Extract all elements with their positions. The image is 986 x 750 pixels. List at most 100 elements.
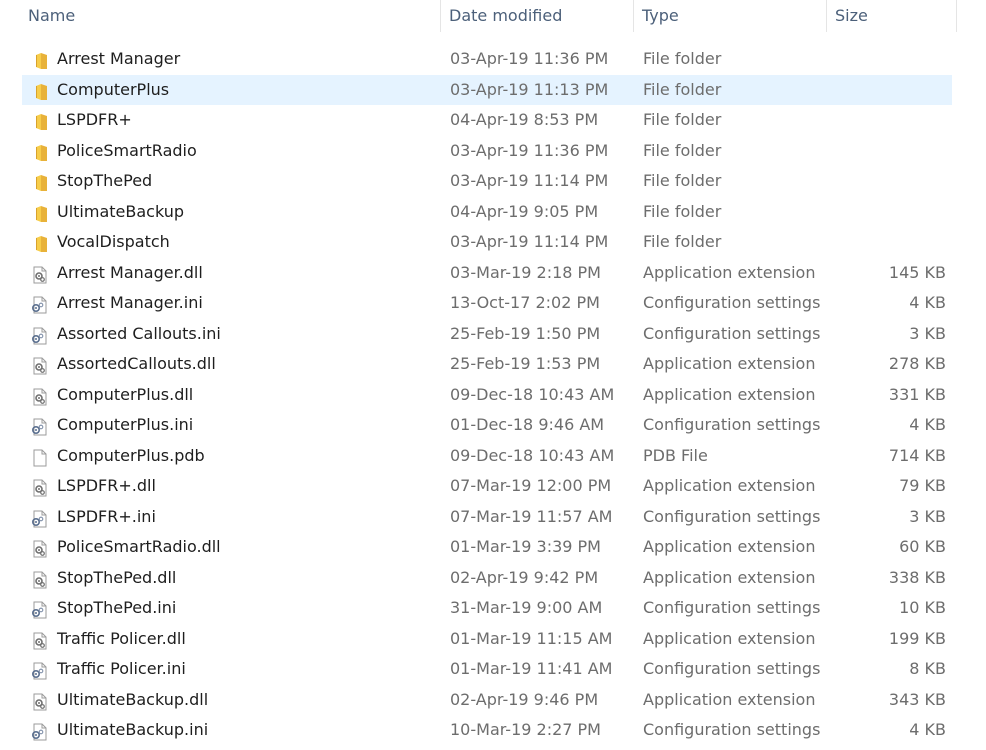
file-row[interactable]: ComputerPlus.pdb 09-Dec-18 10:43 AM PDB Fi… <box>22 441 952 471</box>
file-name: ComputerPlus <box>57 79 170 99</box>
file-type: File folder <box>643 79 722 99</box>
file-name: Arrest Manager.ini <box>57 293 203 312</box>
file-row[interactable]: Arrest Manager.ini 13-Oct-17 2:02 PM Confi… <box>22 288 952 318</box>
file-name: AssortedCallouts.dll <box>57 354 216 373</box>
file-name: ComputerPlus.ini <box>57 415 194 434</box>
file-size: 3 KB <box>909 506 946 526</box>
file-size: 60 KB <box>899 537 946 556</box>
file-type: PDB File <box>643 445 708 465</box>
file-row[interactable]: LSPDFR+ 04-Apr-19 8:53 PM File folder <box>22 105 952 135</box>
file-date-modified: 04-Apr-19 8:53 PM <box>450 110 599 129</box>
dll-file-icon <box>31 355 49 375</box>
folder-icon <box>31 50 49 69</box>
file-size: 3 KB <box>909 323 946 343</box>
file-name: Arrest Manager.dll <box>57 262 203 282</box>
file-date-modified: 13-Oct-17 2:02 PM <box>450 293 600 312</box>
file-type: Application extension <box>643 384 816 404</box>
file-row[interactable]: Traffic Policer.ini 01-Mar-19 11:41 AM Con… <box>22 654 952 684</box>
file-name: ComputerPlus.dll <box>57 384 194 404</box>
file-type: Configuration settings <box>643 293 821 312</box>
file-size: 4 KB <box>909 293 946 312</box>
file-name: Arrest Manager <box>57 49 181 68</box>
file-date-modified: 02-Apr-19 9:46 PM <box>450 689 599 709</box>
file-row[interactable]: UltimateBackup 04-Apr-19 9:05 PM File fold… <box>22 197 952 227</box>
file-name: UltimateBackup <box>57 201 185 221</box>
file-name: StopThePed <box>57 171 153 190</box>
file-type: File folder <box>643 110 722 129</box>
file-type: Application extension <box>643 537 816 556</box>
file-row[interactable]: StopThePed.dll 02-Apr-19 9:42 PM Applicati… <box>22 563 952 593</box>
file-date-modified: 02-Apr-19 9:42 PM <box>450 567 599 587</box>
column-header-name[interactable]: Name <box>20 0 441 32</box>
file-type: Configuration settings <box>643 323 821 343</box>
file-size: 145 KB <box>888 262 946 282</box>
file-name: ComputerPlus.pdb <box>57 445 205 465</box>
file-size: 8 KB <box>909 659 946 678</box>
column-header-type[interactable]: Type <box>634 0 827 32</box>
file-explorer-list: Name Date modified Type Size Arrest Mana… <box>0 0 986 750</box>
file-row[interactable]: AssortedCallouts.dll 25-Feb-19 1:53 PM App… <box>22 349 952 379</box>
file-row[interactable]: Traffic Policer.dll 01-Mar-19 11:15 AM App… <box>22 624 952 654</box>
file-name: Assorted Callouts.ini <box>57 323 221 343</box>
file-date-modified: 03-Apr-19 11:36 PM <box>450 49 609 68</box>
file-type: Application extension <box>643 476 816 495</box>
file-date-modified: 04-Apr-19 9:05 PM <box>450 201 599 221</box>
folder-icon <box>31 81 49 100</box>
folder-icon <box>31 111 49 130</box>
file-date-modified: 03-Apr-19 11:36 PM <box>450 140 609 160</box>
column-header-size[interactable]: Size <box>827 0 957 32</box>
file-row[interactable]: PoliceSmartRadio.dll 01-Mar-19 3:39 PM App… <box>22 532 952 562</box>
file-date-modified: 03-Apr-19 11:14 PM <box>450 171 609 190</box>
file-name: LSPDFR+ <box>57 110 132 129</box>
file-size: 338 KB <box>888 567 946 587</box>
file-row[interactable]: ComputerPlus.dll 09-Dec-18 10:43 AM Applic… <box>22 380 952 410</box>
dll-file-icon <box>31 264 49 283</box>
file-size: 4 KB <box>909 720 946 739</box>
ini-file-icon <box>31 294 49 314</box>
file-row[interactable]: Assorted Callouts.ini 25-Feb-19 1:50 PM Co… <box>22 319 952 349</box>
dll-file-icon <box>31 477 49 497</box>
file-row[interactable]: VocalDispatch 03-Apr-19 11:14 PM File fold… <box>22 227 952 257</box>
file-type: Configuration settings <box>643 506 821 526</box>
file-date-modified: 07-Mar-19 11:57 AM <box>450 506 613 526</box>
file-date-modified: 07-Mar-19 12:00 PM <box>450 476 612 495</box>
file-name: PoliceSmartRadio <box>57 140 197 160</box>
dll-file-icon <box>31 630 49 649</box>
file-row[interactable]: StopThePed 03-Apr-19 11:14 PM File folder <box>22 166 952 196</box>
file-row[interactable]: Arrest Manager 03-Apr-19 11:36 PM File fol… <box>22 44 952 74</box>
dll-file-icon <box>31 691 49 710</box>
file-type: Application extension <box>643 567 816 587</box>
file-row[interactable]: UltimateBackup.ini 10-Mar-19 2:27 PM Confi… <box>22 715 952 745</box>
file-row[interactable]: StopThePed.ini 31-Mar-19 9:00 AM Configura… <box>22 593 952 623</box>
file-name: Traffic Policer.ini <box>57 659 186 678</box>
file-row[interactable]: LSPDFR+.ini 07-Mar-19 11:57 AM Configurati… <box>22 502 952 532</box>
file-date-modified: 01-Mar-19 11:15 AM <box>450 628 613 648</box>
file-type: Application extension <box>643 262 816 282</box>
column-header-date-modified[interactable]: Date modified <box>441 0 634 32</box>
file-row[interactable]: UltimateBackup.dll 02-Apr-19 9:46 PM Appli… <box>22 685 952 715</box>
file-date-modified: 09-Dec-18 10:43 AM <box>450 384 615 404</box>
file-date-modified: 31-Mar-19 9:00 AM <box>450 598 603 617</box>
folder-icon <box>31 172 49 191</box>
file-type: Configuration settings <box>643 659 821 678</box>
ini-file-icon <box>31 599 49 619</box>
file-type: File folder <box>643 49 722 68</box>
file-size: 714 KB <box>888 445 946 465</box>
file-row[interactable]: ComputerPlus.ini 01-Dec-18 9:46 AM Configu… <box>22 410 952 440</box>
column-header-bar: Name Date modified Type Size <box>0 0 986 32</box>
file-row[interactable]: ComputerPlus 03-Apr-19 11:13 PM File folde… <box>22 74 952 105</box>
file-name: LSPDFR+.ini <box>57 506 156 526</box>
file-type: File folder <box>643 140 722 160</box>
file-date-modified: 25-Feb-19 1:50 PM <box>450 323 601 343</box>
dll-file-icon <box>31 538 49 558</box>
file-row[interactable]: Arrest Manager.dll 03-Mar-19 2:18 PM Appli… <box>22 258 952 288</box>
file-row[interactable]: PoliceSmartRadio 03-Apr-19 11:36 PM File f… <box>22 136 952 166</box>
ini-file-icon <box>31 660 49 680</box>
ini-file-icon <box>31 508 49 527</box>
file-date-modified: 01-Mar-19 3:39 PM <box>450 537 601 556</box>
file-type: File folder <box>643 232 722 251</box>
file-row[interactable]: LSPDFR+.dll 07-Mar-19 12:00 PM Application… <box>22 471 952 501</box>
file-name: StopThePed.dll <box>57 567 177 587</box>
file-name: PoliceSmartRadio.dll <box>57 537 221 556</box>
file-type: Configuration settings <box>643 720 821 739</box>
